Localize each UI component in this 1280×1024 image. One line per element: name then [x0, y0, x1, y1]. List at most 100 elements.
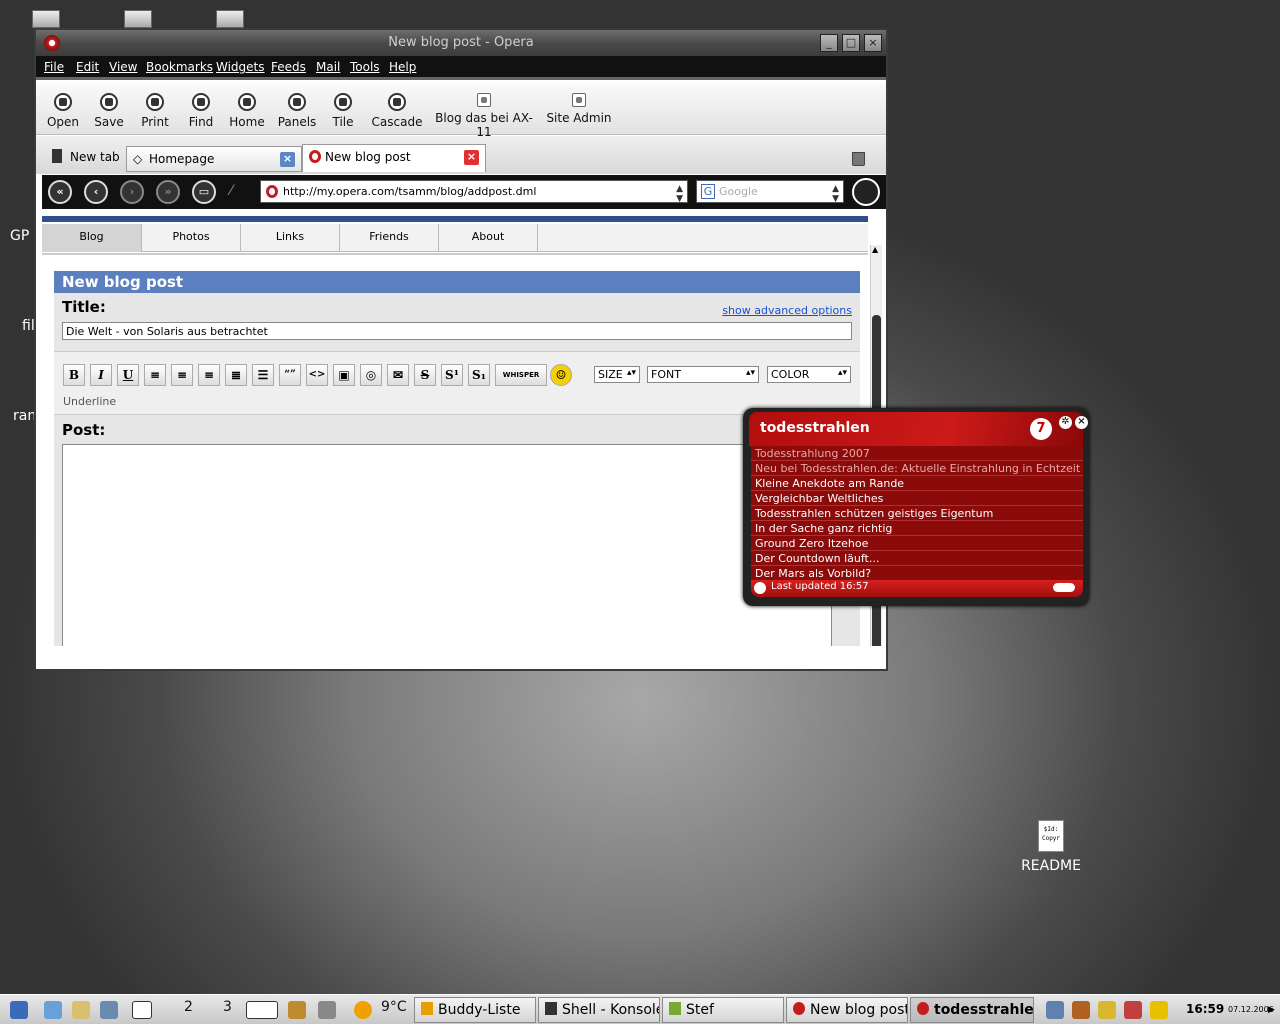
email-icon[interactable]: ✉ [387, 364, 409, 386]
find-button[interactable]: Find [182, 93, 220, 129]
bookmark-blog-button[interactable]: Blog das bei AX-11 [432, 93, 536, 139]
strikethrough-button[interactable]: S [414, 364, 436, 386]
desktop-icon[interactable] [216, 10, 244, 28]
desktop-label[interactable]: GP [10, 228, 29, 244]
close-tab-icon[interactable]: × [280, 152, 295, 167]
reload-button[interactable]: ▭ [192, 180, 216, 204]
opera-menu-button[interactable] [852, 178, 880, 206]
nav-friends[interactable]: Friends [340, 224, 439, 252]
widget-settings-icon[interactable]: ✲ [1059, 416, 1072, 429]
minimize-button[interactable]: _ [820, 34, 838, 52]
open-button[interactable]: Open [44, 93, 82, 129]
feed-item[interactable]: Der Mars als Vorbild? [751, 566, 1083, 581]
printer-icon[interactable] [318, 1001, 336, 1019]
nav-about[interactable]: About [439, 224, 538, 252]
feed-item[interactable]: Der Countdown läuft... [751, 551, 1083, 566]
feed-item[interactable]: Kleine Anekdote am Rande [751, 476, 1083, 491]
feed-item[interactable]: In der Sache ganz richtig [751, 521, 1083, 536]
home-button[interactable]: Home [228, 93, 266, 129]
close-button[interactable]: × [864, 34, 882, 52]
feed-item[interactable]: Todesstrahlung 2007 [751, 446, 1083, 461]
justify-button[interactable]: ≣ [225, 364, 247, 386]
underline-button[interactable]: U [117, 364, 139, 386]
dropdown-arrow-icon[interactable]: ▲ ▼ [832, 184, 839, 204]
title-bar[interactable]: New blog post - Opera _ □ × [36, 30, 886, 56]
tile-button[interactable]: Tile [325, 93, 361, 129]
print-button[interactable]: Print [136, 93, 174, 129]
image-icon[interactable]: ▣ [333, 364, 355, 386]
feed-item[interactable]: Neu bei Todesstrahlen.de: Aktuelle Einst… [751, 461, 1083, 476]
fast-forward-button[interactable]: » [156, 180, 180, 204]
italic-button[interactable]: I [90, 364, 112, 386]
superscript-button[interactable]: S¹ [441, 364, 463, 386]
wand-icon[interactable]: ⁄ [230, 183, 252, 201]
collapse-icon[interactable] [1053, 583, 1075, 592]
klipper-icon[interactable] [1098, 1001, 1116, 1019]
desktop-pager-1[interactable] [132, 1001, 152, 1019]
scroll-up-icon[interactable]: ▲ [872, 245, 878, 254]
taskbar-arrow-icon[interactable]: ▶ [1268, 1005, 1275, 1015]
forward-button[interactable]: › [120, 180, 144, 204]
tab-homepage[interactable]: ◇ Homepage × [126, 146, 302, 172]
url-field[interactable]: http://my.opera.com/tsamm/blog/addpost.d… [260, 180, 688, 204]
quote-button[interactable]: “” [279, 364, 301, 386]
feed-item[interactable]: Todesstrahlen schützen geistiges Eigentu… [751, 506, 1083, 521]
menu-tools[interactable]: Tools [350, 60, 380, 74]
desktop-icon[interactable] [124, 10, 152, 28]
menu-file[interactable]: File [44, 60, 64, 74]
task-konsole[interactable]: Shell - Konsole [538, 997, 660, 1023]
terminal-launcher-icon[interactable] [100, 1001, 118, 1019]
subscript-button[interactable]: S₁ [468, 364, 490, 386]
nav-links[interactable]: Links [241, 224, 340, 252]
feed-item[interactable]: Ground Zero Itzehoe [751, 536, 1083, 551]
search-field[interactable]: G Google ▲ ▼ [696, 180, 844, 204]
whisper-button[interactable]: WHISPER [495, 364, 547, 386]
align-center-button[interactable]: ≡ [171, 364, 193, 386]
feed-item[interactable]: Vergleichbar Weltliches [751, 491, 1083, 506]
maximize-button[interactable]: □ [842, 34, 860, 52]
bold-button[interactable]: B [63, 364, 85, 386]
desktop-pager-2[interactable]: 2 [184, 999, 193, 1021]
menu-feeds[interactable]: Feeds [271, 60, 306, 74]
desktop-icon[interactable] [32, 10, 60, 28]
advanced-options-link[interactable]: show advanced options [722, 304, 852, 317]
back-button[interactable]: ‹ [84, 180, 108, 204]
save-button[interactable]: Save [90, 93, 128, 129]
dropdown-arrow-icon[interactable]: ▲ ▼ [676, 184, 683, 204]
messenger-icon[interactable] [1150, 1001, 1168, 1019]
desktop-label[interactable]: fil [22, 318, 35, 334]
menu-widgets[interactable]: Widgets [216, 60, 265, 74]
readme-desktop-icon[interactable]: $Id: Copyr README [1012, 820, 1090, 874]
align-right-button[interactable]: ≡ [198, 364, 220, 386]
title-input[interactable]: Die Welt - von Solaris aus betrachtet [62, 322, 852, 340]
close-tab-icon[interactable]: × [464, 150, 479, 165]
align-left-button[interactable]: ≡ [144, 364, 166, 386]
nav-photos[interactable]: Photos [142, 224, 241, 252]
wallet-icon[interactable] [1072, 1001, 1090, 1019]
menu-edit[interactable]: Edit [76, 60, 99, 74]
tools-icon[interactable] [288, 1001, 306, 1019]
network-icon[interactable] [1124, 1001, 1142, 1019]
smiley-icon[interactable]: ☺ [550, 364, 572, 386]
font-select[interactable]: FONT ▴▾ [647, 366, 759, 383]
home-launcher-icon[interactable] [72, 1001, 90, 1019]
task-stef[interactable]: Stef [662, 997, 784, 1023]
nav-blog[interactable]: Blog [42, 224, 142, 252]
trash-icon[interactable] [852, 152, 865, 166]
browser-launcher-icon[interactable] [44, 1001, 62, 1019]
new-tab-button[interactable]: New tab [48, 149, 120, 164]
link-icon[interactable]: ◎ [360, 364, 382, 386]
menu-help[interactable]: Help [389, 60, 416, 74]
post-textarea[interactable] [62, 444, 832, 646]
widget-header[interactable]: todesstrahlen 7 ✲ × [749, 412, 1088, 446]
weather-temp[interactable]: 9°C [381, 999, 407, 1021]
code-button[interactable]: <> [306, 364, 328, 386]
menu-mail[interactable]: Mail [316, 60, 340, 74]
list-button[interactable]: ☰ [252, 364, 274, 386]
refresh-icon[interactable] [754, 582, 766, 594]
rewind-button[interactable]: « [48, 180, 72, 204]
task-buddy-list[interactable]: Buddy-Liste [414, 997, 536, 1023]
menu-bookmarks[interactable]: Bookmarks [146, 60, 213, 74]
size-select[interactable]: SIZE ▴▾ [594, 366, 640, 383]
panels-button[interactable]: Panels [275, 93, 319, 129]
